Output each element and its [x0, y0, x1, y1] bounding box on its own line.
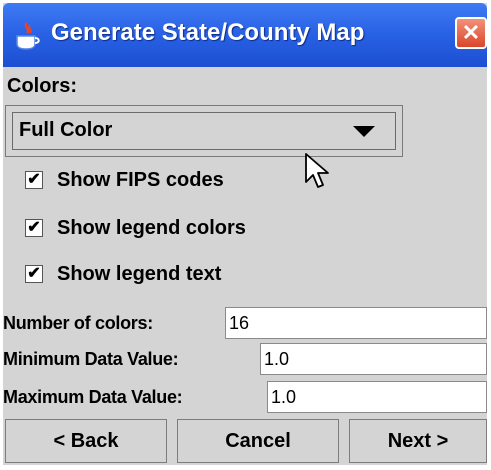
java-coffee-cup-icon [16, 22, 40, 50]
show-legend-colors-label[interactable]: Show legend colors [57, 217, 246, 240]
show-fips-codes-label[interactable]: Show FIPS codes [57, 169, 224, 192]
minimum-data-value-field[interactable] [260, 343, 487, 375]
back-button[interactable]: < Back [5, 419, 167, 463]
close-button[interactable]: ✕ [455, 17, 487, 49]
mouse-pointer-icon [305, 153, 329, 188]
close-icon: ✕ [461, 20, 481, 45]
dialog-window: Generate State/County Map ✕ Colors: Full… [3, 3, 487, 465]
maximum-data-value-field[interactable] [267, 381, 487, 413]
show-fips-codes-option[interactable]: ✔ Show FIPS codes [25, 165, 224, 195]
window-title: Generate State/County Map [51, 19, 365, 46]
colors-label: Colors: [7, 75, 77, 97]
title-bar[interactable]: Generate State/County Map ✕ [3, 3, 487, 67]
colors-dropdown[interactable]: Full Color [12, 112, 396, 150]
show-legend-text-checkbox[interactable]: ✔ [25, 265, 43, 283]
next-button[interactable]: Next > [349, 419, 487, 463]
maximum-data-value-label: Maximum Data Value: [3, 387, 183, 407]
cancel-button[interactable]: Cancel [177, 419, 339, 463]
show-legend-text-option[interactable]: ✔ Show legend text [25, 259, 221, 289]
number-of-colors-label: Number of colors: [3, 313, 153, 333]
chevron-down-icon[interactable] [353, 126, 375, 137]
colors-dropdown-value: Full Color [19, 119, 113, 141]
show-legend-colors-checkbox[interactable]: ✔ [25, 219, 43, 237]
show-fips-codes-checkbox[interactable]: ✔ [25, 171, 43, 189]
show-legend-text-label[interactable]: Show legend text [57, 263, 221, 286]
show-legend-colors-option[interactable]: ✔ Show legend colors [25, 213, 246, 243]
minimum-data-value-label: Minimum Data Value: [3, 349, 179, 369]
colors-dropdown-frame: Full Color [5, 105, 403, 157]
number-of-colors-field[interactable] [225, 307, 487, 339]
